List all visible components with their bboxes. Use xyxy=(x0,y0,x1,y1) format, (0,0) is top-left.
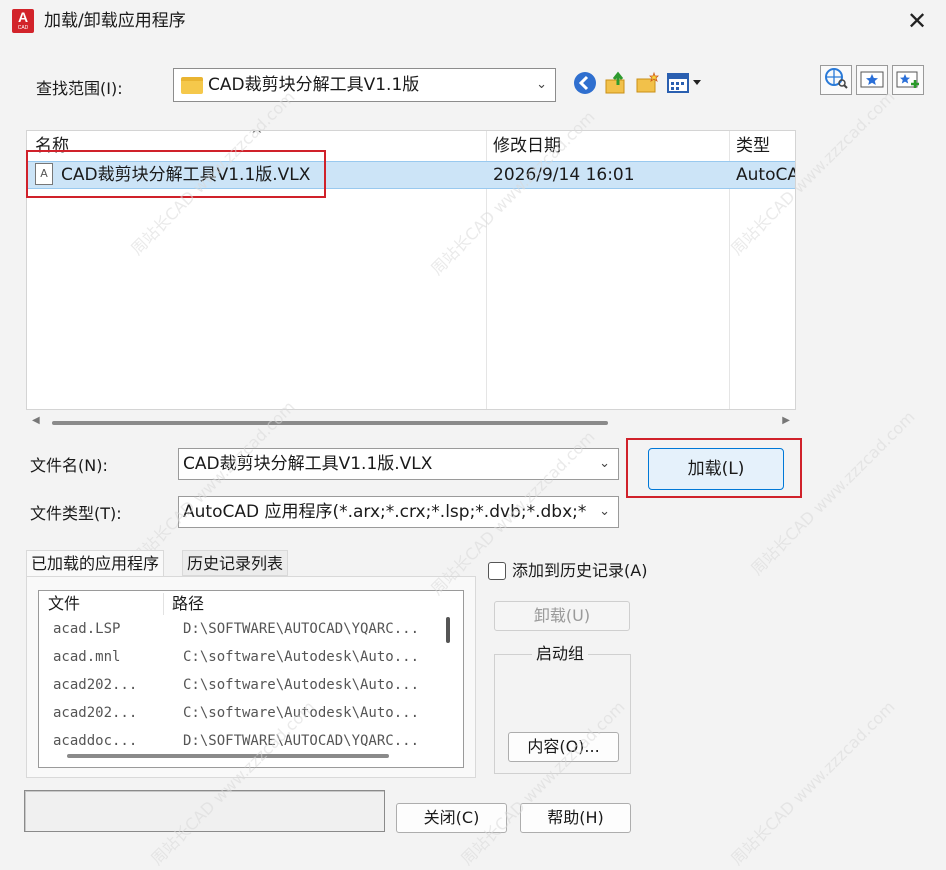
new-folder-icon[interactable] xyxy=(634,71,660,97)
window-title: 加载/卸载应用程序 xyxy=(44,11,186,31)
views-menu-icon[interactable] xyxy=(666,71,706,97)
app-path-cell: C:\software\Autodesk\Auto... xyxy=(183,649,420,665)
startup-group-label: 启动组 xyxy=(532,644,589,664)
app-path-cell: C:\software\Autodesk\Auto... xyxy=(183,705,420,721)
status-field xyxy=(24,790,385,832)
favorites-icon[interactable] xyxy=(856,65,888,95)
column-divider xyxy=(163,593,164,615)
autocad-app-icon: A CAD xyxy=(12,9,34,33)
search-web-icon[interactable] xyxy=(820,65,852,95)
loaded-apps-list[interactable]: 文件 路径 acad.LSP D:\SOFTWARE\AUTOCAD\YQARC… xyxy=(38,590,464,768)
file-name-label: 文件名(N): xyxy=(30,456,108,475)
add-favorite-icon[interactable] xyxy=(892,65,924,95)
app-path-cell: C:\software\Autodesk\Auto... xyxy=(183,677,420,693)
column-header-date[interactable]: 修改日期 xyxy=(493,131,561,161)
file-type-value: AutoCAD 应用程序(*.arx;*.crx;*.lsp;*.dvb;*.d… xyxy=(183,502,588,522)
tab-history-list[interactable]: 历史记录列表 xyxy=(182,550,289,576)
column-header-file[interactable]: 文件 xyxy=(48,593,80,615)
file-type-cell: AutoCAD xyxy=(736,165,795,185)
back-icon[interactable] xyxy=(572,71,598,97)
file-type-combo[interactable]: AutoCAD 应用程序(*.arx;*.crx;*.lsp;*.dvb;*.d… xyxy=(178,496,619,528)
scrollbar-thumb[interactable] xyxy=(67,754,389,758)
app-file-cell: acad202... xyxy=(53,705,138,721)
scroll-right-icon[interactable]: ▶ xyxy=(782,415,790,426)
file-name-combo[interactable]: CAD裁剪块分解工具V1.1版.VLX ⌄ xyxy=(178,448,619,480)
scrollbar-thumb[interactable] xyxy=(52,421,608,425)
horizontal-scrollbar[interactable]: ◀ ▶ xyxy=(26,412,796,434)
watermark: 周站长CAD www.zzzcad.com xyxy=(727,697,899,869)
look-in-value: CAD裁剪块分解工具V1.1版 xyxy=(208,75,420,95)
highlight-box-file xyxy=(26,150,326,198)
app-file-cell: acad202... xyxy=(53,677,138,693)
contents-button[interactable]: 内容(O)... xyxy=(508,732,619,762)
sort-arrow-icon: ^ xyxy=(251,130,263,143)
app-file-cell: acad.mnl xyxy=(53,649,121,665)
highlight-box-load xyxy=(626,438,802,498)
file-name-value: CAD裁剪块分解工具V1.1版.VLX xyxy=(183,454,433,474)
app-path-cell: D:\SOFTWARE\AUTOCAD\YQARC... xyxy=(183,621,420,637)
vertical-scrollbar-thumb[interactable] xyxy=(446,617,450,643)
file-date-cell: 2026/9/14 16:01 xyxy=(493,165,635,185)
app-file-cell: acad.LSP xyxy=(53,621,121,637)
folder-icon xyxy=(181,77,203,94)
add-to-history-label[interactable]: 添加到历史记录(A) xyxy=(512,560,647,582)
chevron-down-icon: ⌄ xyxy=(599,456,610,471)
close-icon[interactable]: ✕ xyxy=(902,6,932,36)
tab-loaded-apps[interactable]: 已加载的应用程序 xyxy=(26,550,165,576)
close-button[interactable]: 关闭(C) xyxy=(396,803,507,833)
look-in-label: 查找范围(I): xyxy=(36,79,123,98)
scroll-left-icon[interactable]: ◀ xyxy=(32,415,40,426)
chevron-down-icon: ⌄ xyxy=(599,504,610,519)
column-header-path[interactable]: 路径 xyxy=(172,593,204,615)
help-button[interactable]: 帮助(H) xyxy=(520,803,631,833)
look-in-combo[interactable]: CAD裁剪块分解工具V1.1版 ⌄ xyxy=(173,68,556,102)
up-folder-icon[interactable] xyxy=(603,71,629,97)
horizontal-scrollbar[interactable] xyxy=(39,746,463,767)
unload-button[interactable]: 卸载(U) xyxy=(494,601,630,631)
add-to-history-checkbox[interactable] xyxy=(488,562,506,580)
column-header-type[interactable]: 类型 xyxy=(736,131,770,161)
chevron-down-icon: ⌄ xyxy=(536,77,547,92)
file-type-label: 文件类型(T): xyxy=(30,504,122,523)
